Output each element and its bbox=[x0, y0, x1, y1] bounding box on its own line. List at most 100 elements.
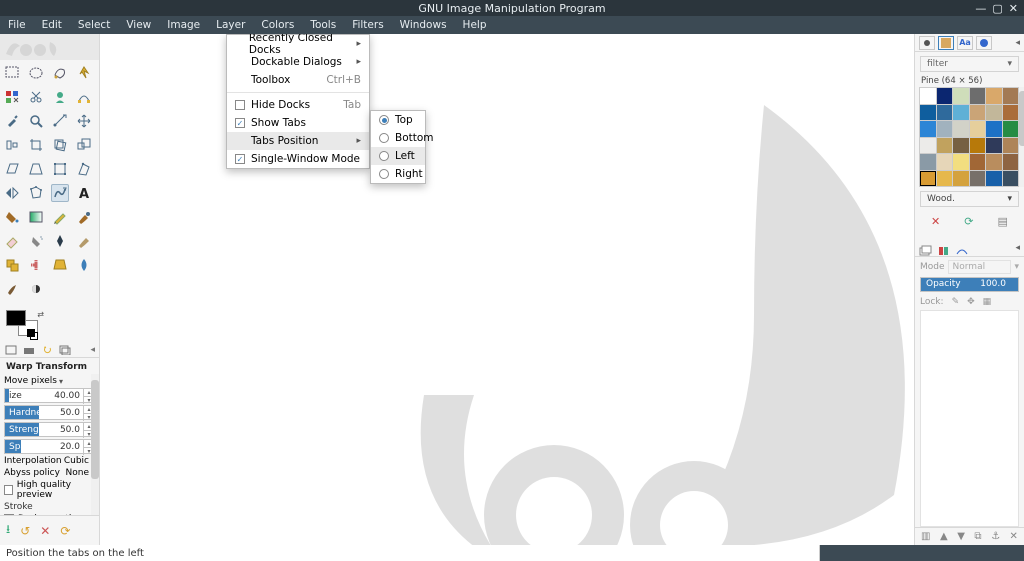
during-motion-checkbox[interactable]: ✓During motion bbox=[4, 514, 95, 515]
pattern-refresh-icon[interactable]: ⟳ bbox=[964, 215, 973, 228]
pattern-swatch[interactable] bbox=[970, 121, 986, 137]
spacing-slider[interactable]: Spacing20.0▴▾ bbox=[4, 439, 95, 454]
tool-crop[interactable] bbox=[27, 136, 45, 154]
tab-patterns[interactable] bbox=[938, 36, 954, 50]
tool-text[interactable]: A bbox=[75, 184, 93, 202]
tool-rect-select[interactable] bbox=[3, 64, 21, 82]
menu-show-tabs[interactable]: ✓Show Tabs bbox=[227, 114, 369, 132]
menu-view[interactable]: View bbox=[118, 19, 159, 31]
pattern-swatch[interactable] bbox=[953, 154, 969, 170]
pattern-swatch[interactable] bbox=[953, 171, 969, 187]
hardness-slider[interactable]: Hardness50.0▴▾ bbox=[4, 405, 95, 420]
tool-dodge-burn[interactable] bbox=[27, 280, 45, 298]
menu-layer[interactable]: Layer bbox=[208, 19, 253, 31]
tool-eraser[interactable] bbox=[3, 232, 21, 250]
pattern-swatch[interactable] bbox=[1003, 138, 1019, 154]
tool-scissors[interactable] bbox=[27, 88, 45, 106]
pattern-swatch[interactable] bbox=[1003, 121, 1019, 137]
pattern-swatch[interactable] bbox=[937, 88, 953, 104]
window-close[interactable]: ✕ bbox=[1009, 2, 1018, 15]
pattern-swatch[interactable] bbox=[937, 154, 953, 170]
tab-layers[interactable] bbox=[919, 242, 933, 254]
menu-tools[interactable]: Tools bbox=[302, 19, 344, 31]
menu-toolbox[interactable]: ToolboxCtrl+B bbox=[227, 71, 369, 89]
layer-anchor-icon[interactable]: ⚓ bbox=[991, 531, 1000, 542]
pattern-swatch[interactable] bbox=[920, 121, 936, 137]
tool-measure[interactable] bbox=[51, 112, 69, 130]
tabs-position-left[interactable]: Left bbox=[371, 147, 425, 165]
right-upper-menu-icon[interactable]: ◂ bbox=[1015, 38, 1020, 48]
tool-blur[interactable] bbox=[75, 256, 93, 274]
layer-dup-icon[interactable]: ⧉ bbox=[974, 531, 981, 542]
tool-heal[interactable] bbox=[27, 256, 45, 274]
tool-move[interactable] bbox=[75, 112, 93, 130]
restore-preset-icon[interactable]: ↺ bbox=[20, 524, 30, 538]
tool-options-menu-icon[interactable]: ◂ bbox=[90, 345, 95, 355]
menu-hide-docks[interactable]: Hide DocksTab bbox=[227, 96, 369, 114]
pattern-open-icon[interactable]: ▤ bbox=[998, 215, 1008, 228]
tool-airbrush[interactable] bbox=[27, 232, 45, 250]
blend-mode-select[interactable]: Normal bbox=[948, 260, 1012, 274]
menu-single-window[interactable]: ✓Single-Window Mode bbox=[227, 150, 369, 168]
opacity-slider[interactable]: Opacity 100.0 bbox=[920, 277, 1019, 292]
tabs-position-right[interactable]: Right bbox=[371, 165, 425, 183]
tool-smudge[interactable] bbox=[3, 280, 21, 298]
pattern-swatch[interactable] bbox=[970, 88, 986, 104]
tool-unified-transform[interactable] bbox=[51, 160, 69, 178]
tool-pencil[interactable] bbox=[51, 208, 69, 226]
layers-list[interactable] bbox=[920, 310, 1019, 527]
pattern-swatch[interactable] bbox=[986, 105, 1002, 121]
menu-edit[interactable]: Edit bbox=[34, 19, 70, 31]
pattern-filter[interactable]: filter▾ bbox=[920, 56, 1019, 72]
menu-colors[interactable]: Colors bbox=[253, 19, 302, 31]
pattern-delete-icon[interactable]: ✕ bbox=[931, 215, 940, 228]
pattern-swatch[interactable] bbox=[986, 138, 1002, 154]
pattern-swatch[interactable] bbox=[1003, 154, 1019, 170]
pattern-swatch[interactable] bbox=[937, 105, 953, 121]
pattern-swatch[interactable] bbox=[937, 171, 953, 187]
reset-preset-icon[interactable]: ⟳ bbox=[60, 524, 70, 538]
tool-free-select[interactable] bbox=[51, 64, 69, 82]
pattern-scrollbar[interactable] bbox=[1019, 87, 1024, 187]
pattern-swatch[interactable] bbox=[937, 138, 953, 154]
window-maximize[interactable]: ▢ bbox=[992, 2, 1002, 15]
tool-flip[interactable] bbox=[3, 184, 21, 202]
save-preset-icon[interactable]: ⭳ bbox=[6, 520, 10, 541]
hqp-checkbox[interactable]: High quality preview bbox=[4, 480, 95, 500]
pattern-swatch[interactable] bbox=[953, 121, 969, 137]
layer-new-icon[interactable]: ▥ bbox=[921, 531, 930, 542]
tool-align[interactable] bbox=[3, 136, 21, 154]
pattern-swatch[interactable] bbox=[1003, 88, 1019, 104]
tool-clone[interactable] bbox=[3, 256, 21, 274]
pattern-swatch[interactable] bbox=[920, 154, 936, 170]
menu-dockable-dialogs[interactable]: Dockable Dialogs▸ bbox=[227, 53, 369, 71]
pattern-swatch[interactable] bbox=[986, 154, 1002, 170]
tool-paths[interactable] bbox=[75, 88, 93, 106]
pattern-swatch[interactable] bbox=[920, 88, 936, 104]
menu-tabs-position[interactable]: Tabs Position▸ bbox=[227, 132, 369, 150]
tab-brushes[interactable] bbox=[919, 36, 935, 50]
tool-ellipse-select[interactable] bbox=[27, 64, 45, 82]
tool-gradient[interactable] bbox=[27, 208, 45, 226]
lock-alpha-icon[interactable]: ▦ bbox=[983, 297, 992, 307]
pattern-swatch[interactable] bbox=[970, 154, 986, 170]
fg-bg-colors[interactable]: ⇄ bbox=[6, 310, 46, 340]
tool-zoom[interactable] bbox=[27, 112, 45, 130]
tool-perspective-clone[interactable] bbox=[51, 256, 69, 274]
pattern-name-field[interactable]: Wood.▾ bbox=[920, 191, 1019, 207]
strength-slider[interactable]: Strength50.0▴▾ bbox=[4, 422, 95, 437]
tab-paths[interactable] bbox=[955, 242, 969, 254]
menu-file[interactable]: File bbox=[0, 19, 34, 31]
menu-windows[interactable]: Windows bbox=[392, 19, 455, 31]
pattern-swatch[interactable] bbox=[970, 105, 986, 121]
pattern-swatch[interactable] bbox=[970, 171, 986, 187]
pattern-swatch[interactable] bbox=[920, 171, 936, 187]
delete-preset-icon[interactable]: ✕ bbox=[40, 524, 50, 538]
reset-colors-icon[interactable] bbox=[30, 332, 38, 340]
menu-select[interactable]: Select bbox=[70, 19, 118, 31]
tool-foreground-select[interactable] bbox=[51, 88, 69, 106]
lock-position-icon[interactable]: ✥ bbox=[967, 297, 975, 307]
pattern-swatch[interactable] bbox=[953, 105, 969, 121]
pattern-swatch[interactable] bbox=[920, 138, 936, 154]
pattern-swatch[interactable] bbox=[937, 121, 953, 137]
